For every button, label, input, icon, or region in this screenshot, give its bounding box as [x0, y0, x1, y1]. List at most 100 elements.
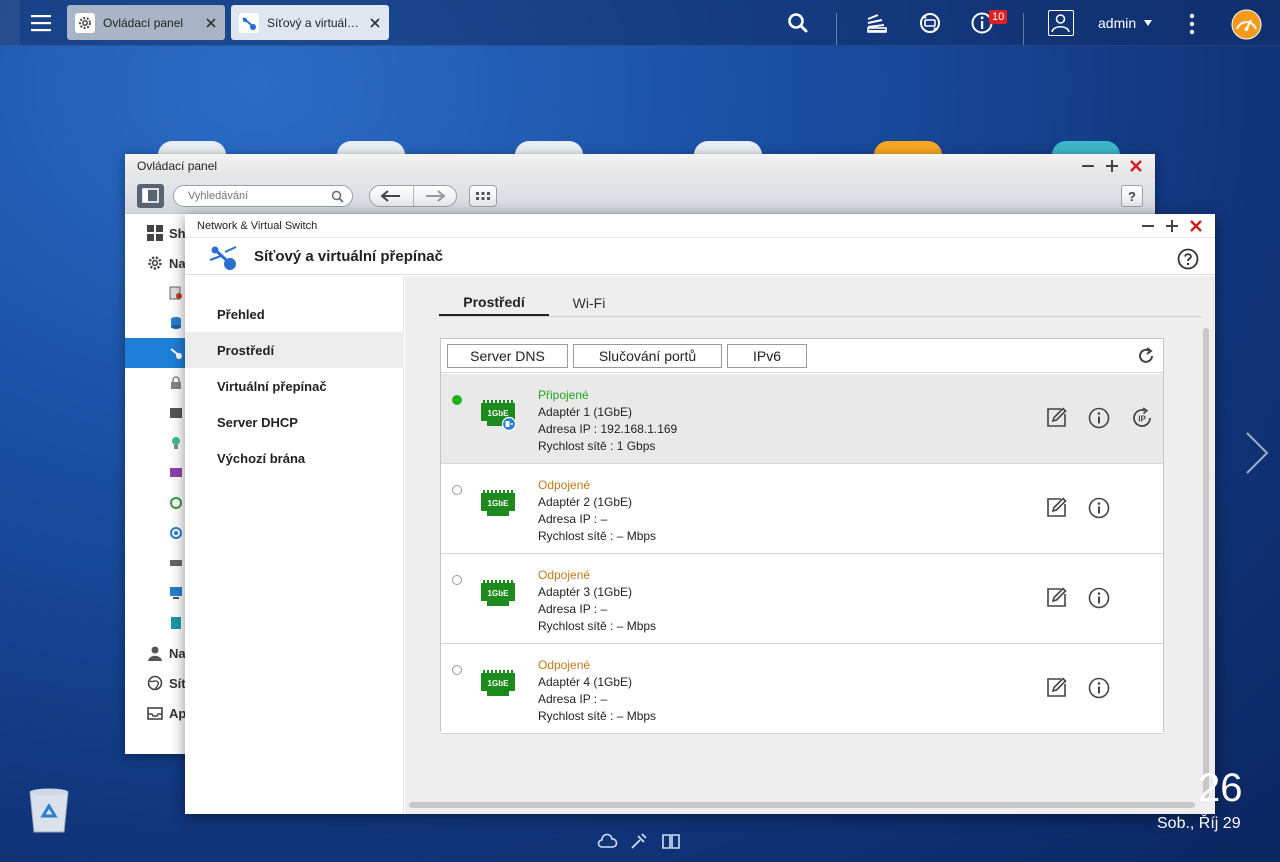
- adapter-row[interactable]: 1GbE Odpojené Adaptér 3 (1GbE) Adresa IP…: [441, 554, 1163, 644]
- forward-arrow-icon[interactable]: [412, 186, 457, 206]
- refresh-icon[interactable]: [1137, 347, 1155, 365]
- adapter-row[interactable]: 1GbE Připojené Adaptér 1 (1GbE) Adresa I…: [441, 374, 1163, 464]
- network-switch-titlebar[interactable]: Network & Virtual Switch: [185, 214, 1215, 238]
- edit-icon[interactable]: [1045, 407, 1067, 429]
- sidebar-item-applications[interactable]: Ap: [125, 698, 186, 728]
- background-tasks-icon[interactable]: [864, 10, 890, 36]
- maximize-icon[interactable]: [1104, 158, 1120, 174]
- help-icon[interactable]: [1177, 248, 1199, 270]
- desktop-edge-handle[interactable]: [0, 0, 20, 46]
- menu-item-interfaces[interactable]: Prostředí: [185, 332, 404, 368]
- user-name[interactable]: admin: [1098, 15, 1136, 31]
- sidebar-subitem[interactable]: [125, 428, 185, 458]
- app-sidebar: Přehled Prostředí Virtuální přepínač Ser…: [185, 276, 404, 814]
- backup-icon: [169, 526, 183, 540]
- tab-control-panel[interactable]: Ovládací panel: [67, 5, 225, 40]
- info-icon[interactable]: [1088, 497, 1110, 519]
- tab-wifi[interactable]: Wi-Fi: [549, 290, 629, 316]
- network-switch-icon: [169, 346, 183, 360]
- ip-renew-icon[interactable]: IP: [1131, 407, 1153, 429]
- top-bar: Ovládací panel Síťový a virtuální přepín…: [0, 0, 1280, 46]
- search-field[interactable]: [173, 185, 353, 207]
- sidebar-subitem[interactable]: [125, 458, 185, 488]
- all-apps-button[interactable]: [469, 185, 497, 207]
- edit-icon[interactable]: [1045, 587, 1067, 609]
- tools-icon[interactable]: [628, 830, 650, 852]
- sidebar-subitem[interactable]: [125, 548, 185, 578]
- sidebar-subitem[interactable]: [125, 578, 185, 608]
- user-avatar-icon[interactable]: [1048, 10, 1074, 36]
- sidebar-subitem[interactable]: [125, 488, 185, 518]
- sidebar-subitem[interactable]: [125, 608, 185, 638]
- sidebar-toggle-button[interactable]: [137, 184, 164, 208]
- close-icon[interactable]: [1188, 218, 1204, 234]
- hardware-icon: [169, 406, 183, 420]
- menu-item-default-gateway[interactable]: Výchozí brána: [185, 440, 404, 476]
- horizontal-scrollbar[interactable]: [409, 800, 1199, 810]
- scrollbar-thumb[interactable]: [409, 802, 1195, 808]
- control-panel-sidebar: Sh Na Na Síť Ap: [125, 214, 188, 754]
- sync-icon[interactable]: [917, 10, 943, 36]
- search-icon[interactable]: [331, 190, 344, 203]
- adapter-row[interactable]: 1GbE Odpojené Adaptér 2 (1GbE) Adresa IP…: [441, 464, 1163, 554]
- next-page-arrow-icon[interactable]: [1243, 430, 1271, 476]
- nic-label: 1GbE: [488, 409, 510, 418]
- page-title: Síťový a virtuální přepínač: [254, 248, 443, 265]
- sidebar-subitem[interactable]: [125, 278, 185, 308]
- grid-icon: [147, 225, 163, 241]
- scrollbar-thumb[interactable]: [1203, 328, 1209, 798]
- cloud-icon[interactable]: [596, 830, 618, 852]
- close-icon[interactable]: [1128, 158, 1144, 174]
- recycle-bin-icon[interactable]: [26, 786, 72, 834]
- sidebar-subitem-network[interactable]: [125, 338, 185, 368]
- vertical-scrollbar[interactable]: [1201, 320, 1211, 800]
- sidebar-subitem[interactable]: [125, 518, 185, 548]
- sidebar-item-network-services[interactable]: Síť: [125, 668, 188, 698]
- sidebar-item-system[interactable]: Sh: [125, 218, 186, 248]
- ipv6-button[interactable]: IPv6: [727, 344, 807, 368]
- back-arrow-icon[interactable]: [370, 186, 413, 206]
- sidebar-subitem[interactable]: [125, 308, 185, 338]
- adapter-radio[interactable]: [452, 485, 462, 495]
- more-options-icon[interactable]: [1182, 12, 1202, 36]
- menu-item-overview[interactable]: Přehled: [185, 296, 404, 332]
- port-trunking-button[interactable]: Slučování portů: [573, 344, 722, 368]
- tab-network-switch[interactable]: Síťový a virtuální přepínač: [231, 5, 389, 40]
- adapter-ip: Adresa IP : –: [538, 692, 608, 706]
- control-panel-titlebar[interactable]: Ovládací panel: [125, 154, 1155, 178]
- close-icon[interactable]: [369, 17, 381, 29]
- help-button[interactable]: ?: [1121, 185, 1143, 207]
- main-menu-icon[interactable]: [28, 10, 54, 36]
- edit-icon[interactable]: [1045, 497, 1067, 519]
- sidebar-subitem[interactable]: [125, 368, 185, 398]
- dashboard-gauge-icon[interactable]: [1231, 9, 1262, 40]
- sidebar-item-privileges[interactable]: Na: [125, 638, 186, 668]
- dns-server-button[interactable]: Server DNS: [447, 344, 568, 368]
- status-text: Odpojené: [538, 568, 591, 582]
- info-icon[interactable]: [1088, 587, 1110, 609]
- minimize-icon[interactable]: [1140, 218, 1156, 234]
- info-icon[interactable]: [1088, 677, 1110, 699]
- adapter-row[interactable]: 1GbE Odpojené Adaptér 4 (1GbE) Adresa IP…: [441, 644, 1163, 734]
- chevron-down-icon[interactable]: [1144, 20, 1152, 26]
- search-input[interactable]: [186, 189, 326, 203]
- edit-icon[interactable]: [1045, 677, 1067, 699]
- adapter-radio[interactable]: [452, 665, 462, 675]
- menu-item-virtual-switch[interactable]: Virtuální přepínač: [185, 368, 404, 404]
- window-title: Ovládací panel: [137, 159, 218, 173]
- adapter-ip: Adresa IP : 192.168.1.169: [538, 422, 678, 436]
- menu-item-dhcp-server[interactable]: Server DHCP: [185, 404, 404, 440]
- book-icon[interactable]: [660, 830, 682, 852]
- close-icon[interactable]: [205, 17, 217, 29]
- tab-interfaces[interactable]: Prostředí: [439, 290, 549, 316]
- info-icon[interactable]: [1088, 407, 1110, 429]
- topbar-divider: [1023, 13, 1024, 45]
- nic-label: 1GbE: [488, 499, 510, 508]
- adapter-radio[interactable]: [452, 575, 462, 585]
- sidebar-subitem[interactable]: [125, 398, 185, 428]
- adapter-radio[interactable]: [452, 395, 462, 405]
- maximize-icon[interactable]: [1164, 218, 1180, 234]
- sidebar-item-settings[interactable]: Na: [125, 248, 186, 278]
- search-icon[interactable]: [785, 10, 811, 36]
- minimize-icon[interactable]: [1080, 158, 1096, 174]
